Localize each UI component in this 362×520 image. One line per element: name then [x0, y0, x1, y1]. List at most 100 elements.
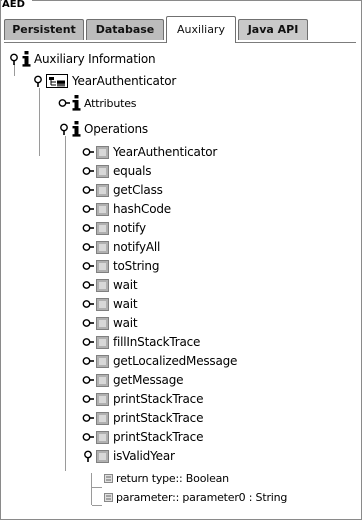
collapsed-handle-icon[interactable]: [82, 431, 94, 443]
tree-connector: [65, 136, 66, 471]
method-icon: [96, 278, 109, 292]
method-icon: [96, 411, 109, 425]
method-icon: [96, 335, 109, 349]
expanded-handle-icon[interactable]: [82, 450, 94, 462]
collapsed-handle-icon[interactable]: [82, 146, 94, 158]
tree-label-method: getMessage: [113, 373, 184, 387]
tree-node-detail[interactable]: return type:: Boolean: [104, 469, 229, 487]
expanded-handle-icon[interactable]: [58, 123, 70, 135]
tree-label-method: printStackTrace: [113, 411, 204, 425]
window-caption: AED: [2, 0, 32, 12]
tree-label-attributes: Attributes: [84, 96, 137, 110]
collapsed-handle-icon[interactable]: [82, 374, 94, 386]
tab-java-api[interactable]: Java API: [238, 19, 308, 40]
tab-persistent[interactable]: Persistent: [4, 19, 84, 40]
tree-node-attributes[interactable]: Attributes: [58, 94, 137, 112]
collapsed-handle-icon[interactable]: [82, 165, 94, 177]
info-icon: [22, 51, 31, 67]
collapsed-handle-icon[interactable]: [82, 222, 94, 234]
method-icon: [96, 449, 109, 463]
tree-label-method: printStackTrace: [113, 430, 204, 444]
tree-node-operations[interactable]: Operations: [58, 120, 148, 138]
tab-bar: Persistent Database Auxiliary Java API: [4, 16, 356, 43]
tree-label-parameter: parameter:: parameter0 : String: [116, 490, 288, 504]
tree-label-method: hashCode: [113, 202, 171, 216]
tree-label-method: equals: [113, 164, 152, 178]
tree-label-root: Auxiliary Information: [34, 52, 156, 66]
collapsed-handle-icon[interactable]: [82, 412, 94, 424]
tree-node-root[interactable]: Auxiliary Information: [8, 50, 156, 68]
tree-node-method[interactable]: wait: [82, 276, 138, 294]
tree-connector: [92, 487, 102, 488]
tree-label-class: YearAuthenticator: [72, 74, 177, 88]
tree-node-method[interactable]: wait: [82, 314, 138, 332]
tree-label-method: getClass: [113, 183, 163, 197]
tree-label-method: toString: [113, 259, 160, 273]
auxiliary-tree: Auxiliary Information YearAuthenticator …: [0, 46, 360, 516]
method-icon: [96, 354, 109, 368]
tree-node-method[interactable]: printStackTrace: [82, 428, 203, 446]
tree-label-method: getLocalizedMessage: [113, 354, 238, 368]
tree-label-method: notify: [113, 221, 146, 235]
tree-label-operations: Operations: [84, 122, 148, 136]
collapsed-handle-icon[interactable]: [82, 203, 94, 215]
parameter-icon: [104, 492, 113, 502]
collapsed-handle-icon[interactable]: [82, 241, 94, 253]
tree-label-method: fillInStackTrace: [113, 335, 201, 349]
tab-auxiliary[interactable]: Auxiliary: [166, 16, 236, 43]
method-icon: [96, 221, 109, 235]
collapsed-handle-icon[interactable]: [82, 184, 94, 196]
expanded-handle-icon[interactable]: [8, 53, 20, 65]
tree-node-detail[interactable]: parameter:: parameter0 : String: [104, 488, 287, 506]
tree-node-method[interactable]: printStackTrace: [82, 390, 203, 408]
tree-label-method: wait: [113, 297, 138, 311]
method-icon: [96, 259, 109, 273]
tree-node-method[interactable]: printStackTrace: [82, 409, 203, 427]
collapsed-handle-icon[interactable]: [82, 393, 94, 405]
tree-label-return-type: return type:: Boolean: [116, 471, 229, 485]
method-icon: [96, 164, 109, 178]
tree-node-method[interactable]: hashCode: [82, 200, 171, 218]
tree-label-method: printStackTrace: [113, 392, 204, 406]
tree-connector: [91, 473, 92, 505]
tree-node-method[interactable]: toString: [82, 257, 159, 275]
method-icon: [96, 430, 109, 444]
tree-node-method[interactable]: notify: [82, 219, 146, 237]
tree-label-method: YearAuthenticator: [113, 145, 218, 159]
tree-node-method[interactable]: notifyAll: [82, 238, 160, 256]
method-icon: [96, 240, 109, 254]
tree-label-method: wait: [113, 316, 138, 330]
method-icon: [96, 145, 109, 159]
tree-connector: [92, 505, 102, 506]
expanded-handle-icon[interactable]: [32, 75, 44, 87]
tree-node-method-expanded[interactable]: isValidYear: [82, 447, 175, 465]
method-icon: [96, 183, 109, 197]
tree-label-method: isValidYear: [113, 449, 175, 463]
tree-node-method[interactable]: YearAuthenticator: [82, 143, 217, 161]
collapsed-handle-icon[interactable]: [58, 97, 70, 109]
collapsed-handle-icon[interactable]: [82, 336, 94, 348]
parameter-icon: [104, 473, 113, 483]
tree-node-method[interactable]: getMessage: [82, 371, 184, 389]
tree-connector: [39, 88, 40, 156]
tree-node-method[interactable]: getLocalizedMessage: [82, 352, 237, 370]
collapsed-handle-icon[interactable]: [82, 279, 94, 291]
method-icon: [96, 202, 109, 216]
tree-label-method: notifyAll: [113, 240, 161, 254]
method-icon: [96, 392, 109, 406]
tree-node-class[interactable]: YearAuthenticator: [32, 72, 176, 90]
tab-database[interactable]: Database: [86, 19, 164, 40]
tree-node-method[interactable]: wait: [82, 295, 138, 313]
tree-node-method[interactable]: equals: [82, 162, 152, 180]
info-icon: [72, 121, 81, 137]
collapsed-handle-icon[interactable]: [82, 317, 94, 329]
class-hierarchy-icon: [46, 74, 68, 88]
tree-node-method[interactable]: getClass: [82, 181, 163, 199]
collapsed-handle-icon[interactable]: [82, 260, 94, 272]
collapsed-handle-icon[interactable]: [82, 355, 94, 367]
tree-label-method: wait: [113, 278, 138, 292]
method-icon: [96, 297, 109, 311]
collapsed-handle-icon[interactable]: [82, 298, 94, 310]
method-icon: [96, 373, 109, 387]
tree-node-method[interactable]: fillInStackTrace: [82, 333, 200, 351]
